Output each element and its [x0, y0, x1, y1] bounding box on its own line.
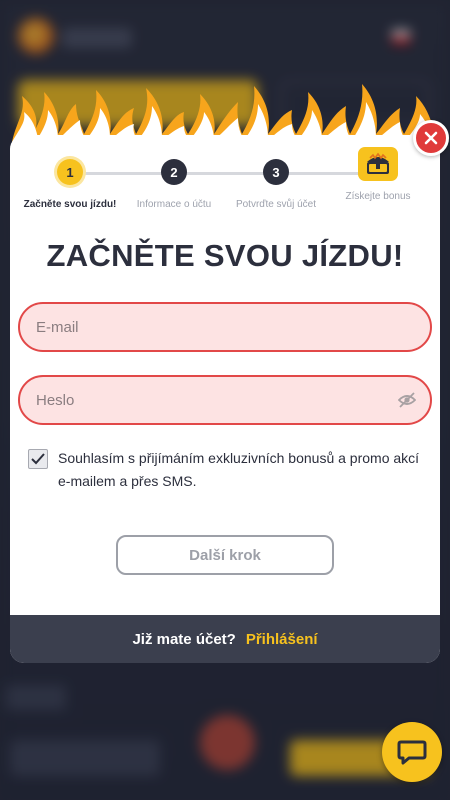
step-4: Získejte bonus — [326, 147, 430, 202]
step-1: 1 Začněte svou jízdu! — [18, 155, 122, 210]
modal-footer: Již mate účet? Přihlášení — [10, 615, 440, 663]
login-question: Již mate účet? — [132, 630, 236, 648]
consent-text: Souhlasím s přijímáním exkluzivních bonu… — [58, 450, 420, 489]
close-button[interactable] — [413, 120, 449, 156]
step-1-indicator: 1 — [57, 159, 83, 185]
treasure-chest-icon — [358, 147, 398, 181]
step-2-indicator: 2 — [161, 159, 187, 185]
eye-slash-icon[interactable] — [397, 392, 417, 413]
chat-bubble-icon — [397, 740, 427, 765]
email-input[interactable] — [36, 318, 356, 336]
password-field[interactable] — [18, 375, 432, 425]
step-1-label: Začněte svou jízdu! — [23, 199, 117, 210]
password-input[interactable] — [36, 391, 356, 409]
modal-title: ZAČNĚTE SVOU JÍZDU! — [46, 238, 404, 273]
chat-button[interactable] — [382, 722, 442, 782]
step-3-indicator: 3 — [263, 159, 289, 185]
login-link[interactable]: Přihlášení — [246, 631, 318, 648]
step-3-label: Potvrďte svůj účet — [235, 199, 317, 210]
step-4-label: Získejte bonus — [345, 191, 411, 202]
step-2-label: Informace o účtu — [136, 199, 212, 210]
step-3: 3 Potvrďte svůj účet — [224, 155, 328, 210]
email-field[interactable] — [18, 302, 432, 352]
checkmark-icon — [31, 453, 45, 465]
consent-checkbox[interactable] — [28, 449, 48, 469]
flames-decoration — [12, 84, 438, 142]
close-icon — [424, 131, 438, 145]
next-step-button[interactable]: Další krok — [116, 535, 334, 575]
progress-steps: 1 Začněte svou jízdu! 2 Informace o účtu… — [10, 147, 440, 225]
registration-modal: 1 Začněte svou jízdu! 2 Informace o účtu… — [10, 135, 440, 663]
consent-row: Souhlasím s přijímáním exkluzivních bonu… — [28, 447, 428, 493]
step-2: 2 Informace o účtu — [122, 155, 226, 210]
